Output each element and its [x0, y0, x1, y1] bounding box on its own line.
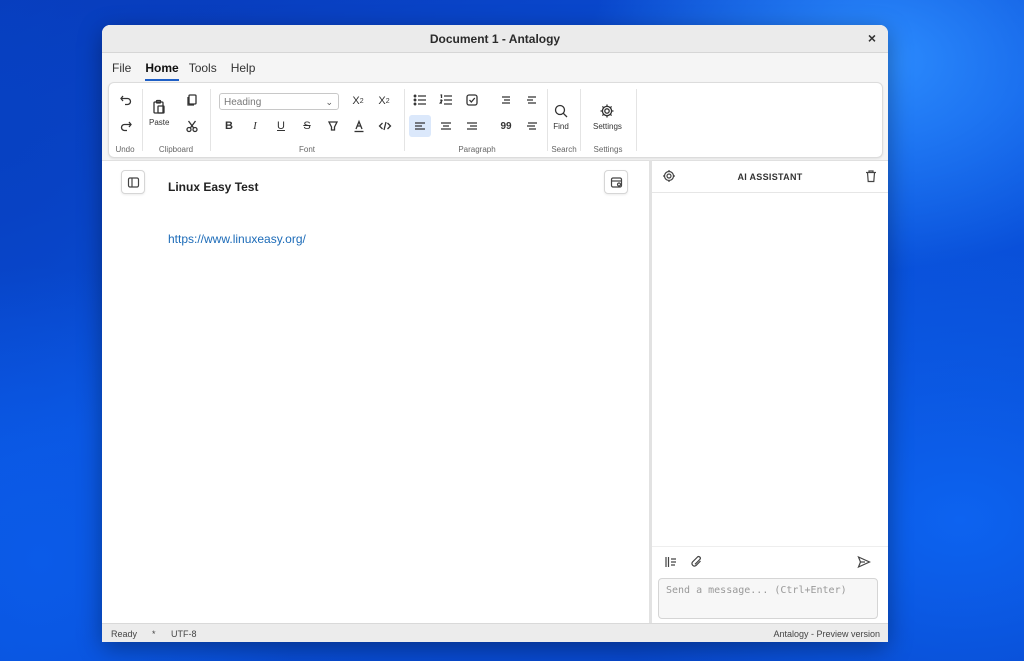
menu-file[interactable]: File: [112, 61, 131, 81]
indent-increase-icon[interactable]: [521, 89, 543, 111]
italic-button[interactable]: I: [244, 115, 266, 137]
assistant-footer: Send a message... (Ctrl+Enter): [652, 546, 888, 625]
search-icon: [554, 104, 568, 118]
highlight-icon[interactable]: [322, 115, 344, 137]
window-title: Document 1 - Antalogy: [429, 31, 561, 46]
toggle-assistant-button[interactable]: [604, 170, 628, 194]
bullet-list-icon[interactable]: [409, 89, 431, 111]
gear-icon: [600, 104, 614, 118]
numbered-list-icon[interactable]: [435, 89, 457, 111]
status-modified: *: [152, 628, 156, 639]
settings-group: Settings Settings: [581, 83, 635, 157]
menu-tools[interactable]: Tools: [189, 61, 217, 81]
heading-select[interactable]: Heading ⌄: [219, 93, 339, 110]
message-input[interactable]: Send a message... (Ctrl+Enter): [658, 578, 878, 619]
document-link[interactable]: https://www.linuxeasy.org/: [168, 232, 306, 246]
superscript-icon[interactable]: X2: [347, 90, 369, 112]
app-window: Document 1 - Antalogy × File Home Tools …: [102, 25, 888, 642]
code-icon[interactable]: [374, 115, 396, 137]
indent-decrease-icon[interactable]: [495, 89, 517, 111]
paragraph-group: 99 Paragraph: [405, 83, 549, 157]
assistant-settings-icon[interactable]: [662, 169, 676, 183]
close-icon[interactable]: ×: [864, 30, 880, 46]
settings-group-label: Settings: [593, 145, 623, 154]
panel-icon: [610, 176, 622, 188]
align-right-icon[interactable]: [461, 115, 483, 137]
chevron-down-icon: ⌄: [325, 97, 333, 107]
status-version: Antalogy - Preview version: [773, 628, 880, 639]
ai-assistant-panel: AI ASSISTANT Send a message... (Ctrl+Ent…: [652, 160, 888, 624]
settings-button[interactable]: Settings: [593, 103, 622, 131]
align-left-icon[interactable]: [409, 115, 431, 137]
send-icon[interactable]: [857, 555, 871, 569]
text-color-icon[interactable]: [348, 115, 370, 137]
paragraph-group-label: Paragraph: [458, 145, 496, 154]
attachment-icon[interactable]: [690, 555, 704, 569]
assistant-title: AI ASSISTANT: [737, 171, 803, 182]
find-button[interactable]: Find: [553, 103, 569, 131]
status-ready: Ready: [111, 628, 138, 639]
menu-help[interactable]: Help: [231, 61, 256, 81]
find-label: Find: [553, 122, 569, 131]
assistant-header: AI ASSISTANT: [652, 161, 888, 193]
document-editor[interactable]: Linux Easy Test https://www.linuxeasy.or…: [102, 160, 649, 624]
underline-button[interactable]: U: [270, 115, 292, 137]
heading-select-value: Heading: [224, 97, 262, 108]
subscript-icon[interactable]: X2: [373, 90, 395, 112]
settings-label: Settings: [593, 122, 622, 131]
clear-format-icon[interactable]: [521, 115, 543, 137]
status-encoding: UTF-8: [171, 628, 197, 639]
search-group: Find Search: [548, 83, 580, 157]
menu-bar: File Home Tools Help: [102, 53, 888, 81]
menu-home[interactable]: Home: [145, 61, 179, 81]
prompt-library-icon[interactable]: [664, 555, 678, 569]
font-group: Heading ⌄ X2 X2 B I U S Font: [109, 83, 403, 157]
strikethrough-button[interactable]: S: [296, 115, 318, 137]
font-group-label: Font: [298, 145, 315, 154]
ribbon-toolbar: Undo Paste Clipboard Heading ⌄ X2 X 2 B …: [108, 82, 883, 158]
trash-icon[interactable]: [864, 169, 878, 183]
search-group-label: Search: [551, 145, 577, 154]
ribbon-separator: [636, 89, 637, 151]
blockquote-button[interactable]: 99: [495, 115, 517, 137]
title-bar: Document 1 - Antalogy ×: [102, 25, 888, 53]
status-bar: Ready * UTF-8 Antalogy - Preview version: [102, 623, 888, 642]
align-center-icon[interactable]: [435, 115, 457, 137]
toggle-sidebar-button[interactable]: [121, 170, 145, 194]
document-heading[interactable]: Linux Easy Test: [168, 180, 258, 194]
sidebar-icon: [127, 176, 139, 188]
message-input-placeholder: Send a message... (Ctrl+Enter): [666, 585, 847, 596]
checklist-icon[interactable]: [461, 89, 483, 111]
bold-button[interactable]: B: [218, 115, 240, 137]
